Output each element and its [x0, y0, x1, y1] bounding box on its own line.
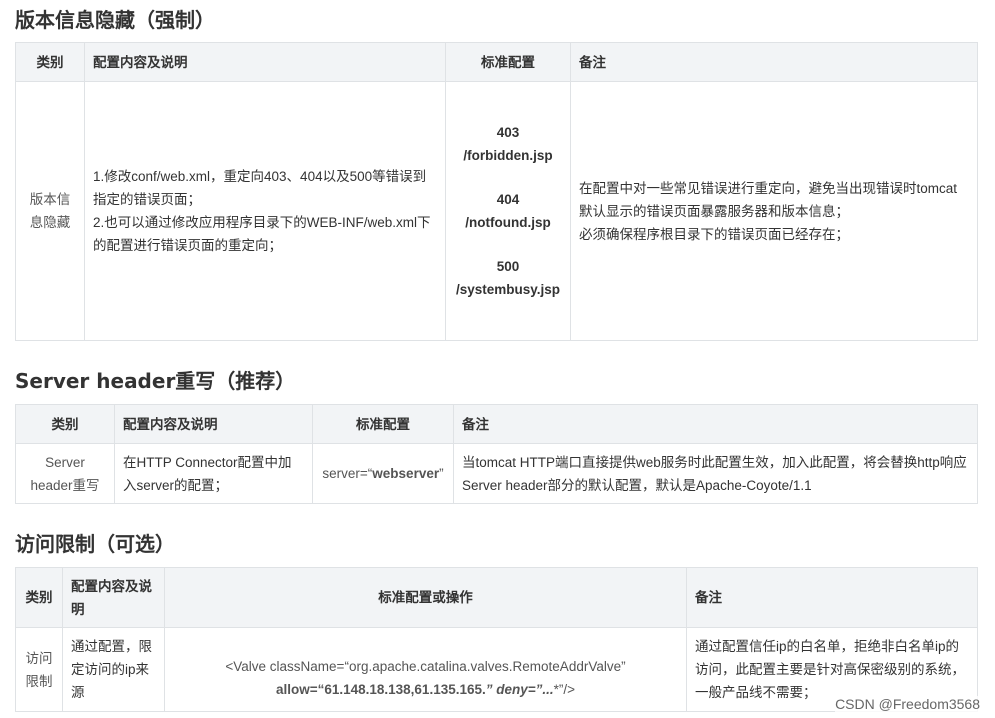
- header-remarks: 备注: [453, 404, 978, 444]
- header-description: 配置内容及说明: [62, 567, 165, 628]
- table-header-row: 类别 配置内容及说明 标准配置或操作 备注: [15, 567, 978, 628]
- table-row: 版本信息隐藏 1.修改conf/web.xml，重定向403、404以及500等…: [15, 81, 978, 341]
- cell-category: 版本信息隐藏: [15, 81, 85, 341]
- cell-standard: 403 /forbidden.jsp 404 /notfound.jsp 500…: [445, 81, 571, 341]
- section-title: 版本信息隐藏（强制）: [15, 8, 215, 32]
- csdn-watermark: CSDN @Freedom3568: [835, 696, 980, 712]
- table-header-row: 类别 配置内容及说明 标准配置 备注: [15, 404, 978, 444]
- header-remarks: 备注: [686, 567, 978, 628]
- header-remarks: 备注: [570, 42, 978, 82]
- server-header-table: 类别 配置内容及说明 标准配置 备注 Server header重写 在HTTP…: [15, 404, 978, 504]
- table-row: Server header重写 在HTTP Connector配置中加入serv…: [15, 443, 978, 504]
- header-category: 类别: [15, 42, 85, 82]
- section-title: Server header重写（推荐）: [15, 369, 296, 393]
- header-standard: 标准配置: [312, 404, 454, 444]
- header-standard: 标准配置或操作: [164, 567, 687, 628]
- table-row: 访问限制 通过配置，限定访问的ip来源 <Valve className=“or…: [15, 627, 978, 712]
- cell-remarks: 当tomcat HTTP端口直接提供web服务时此配置生效，加入此配置，将会替换…: [453, 443, 978, 504]
- cell-remarks: 在配置中对一些常见错误进行重定向，避免当出现错误时tomcat默认显示的错误页面…: [570, 81, 978, 341]
- section-version-hiding: 版本信息隐藏（强制） 类别 配置内容及说明 标准配置 备注 版本信息隐藏 1.修…: [15, 8, 978, 341]
- description-line: 1.修改conf/web.xml，重定向403、404以及500等错误到指定的错…: [93, 169, 427, 207]
- standard-500: 500 /systembusy.jsp: [455, 259, 561, 297]
- standard-line: <Valve className=“org.apache.catalina.va…: [225, 659, 626, 674]
- cell-standard: <Valve className=“org.apache.catalina.va…: [164, 627, 687, 712]
- header-category: 类别: [15, 404, 115, 444]
- cell-category: Server header重写: [15, 443, 115, 504]
- cell-description: 通过配置，限定访问的ip来源: [62, 627, 165, 712]
- header-description: 配置内容及说明: [114, 404, 313, 444]
- cell-category: 访问限制: [15, 627, 63, 712]
- standard-403: 403 /forbidden.jsp: [463, 125, 553, 163]
- table-header-row: 类别 配置内容及说明 标准配置 备注: [15, 42, 978, 82]
- header-category: 类别: [15, 567, 63, 628]
- remarks-line: 在配置中对一些常见错误进行重定向，避免当出现错误时tomcat默认显示的错误页面…: [579, 180, 958, 219]
- header-description: 配置内容及说明: [84, 42, 446, 82]
- section-title: 访问限制（可选）: [15, 532, 175, 556]
- version-hiding-table: 类别 配置内容及说明 标准配置 备注 版本信息隐藏 1.修改conf/web.x…: [15, 42, 978, 341]
- section-access-restriction: 访问限制（可选） 类别 配置内容及说明 标准配置或操作 备注 访问限制 通过配置…: [15, 532, 978, 712]
- header-standard: 标准配置: [445, 42, 571, 82]
- remarks-line: 必须确保程序根目录下的错误页面已经存在；: [579, 226, 849, 242]
- cell-standard: server=“webserver”: [312, 443, 454, 504]
- cell-description: 1.修改conf/web.xml，重定向403、404以及500等错误到指定的错…: [84, 81, 446, 341]
- standard-line: allow=“61.148.18.138,61.135.165.” deny=”…: [275, 682, 576, 697]
- cell-description: 在HTTP Connector配置中加入server的配置；: [114, 443, 313, 504]
- description-line: 2.也可以通过修改应用程序目录下的WEB-INF/web.xml下的配置进行错误…: [93, 215, 431, 253]
- access-restriction-table: 类别 配置内容及说明 标准配置或操作 备注 访问限制 通过配置，限定访问的ip来…: [15, 567, 978, 712]
- standard-value: webserver: [372, 466, 440, 481]
- section-server-header: Server header重写（推荐） 类别 配置内容及说明 标准配置 备注 S…: [15, 369, 978, 504]
- standard-404: 404 /notfound.jsp: [465, 192, 551, 230]
